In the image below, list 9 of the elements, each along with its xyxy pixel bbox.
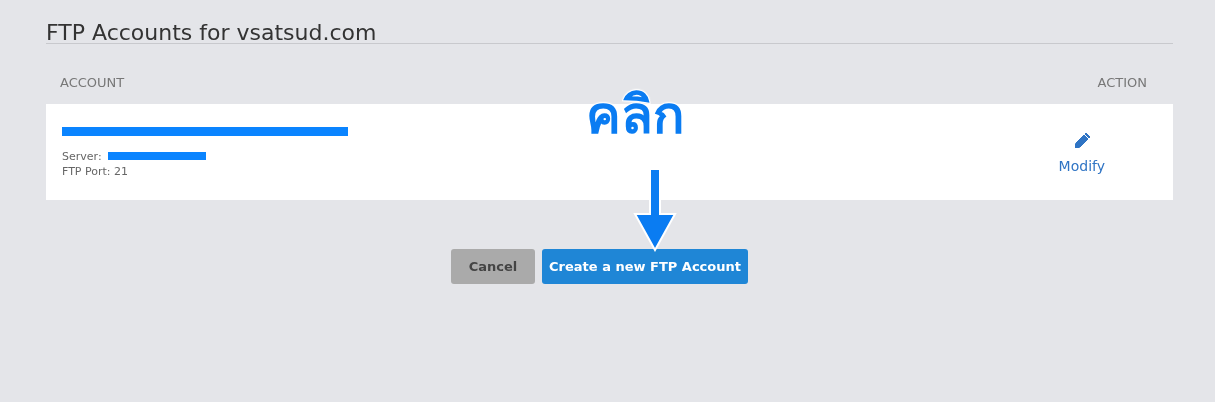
column-header: ACCOUNT [60,75,125,92]
server-label: Server: [62,149,102,163]
create-button[interactable]: Create a new FTP Account [542,249,748,284]
annotation-text: คลิก [586,84,684,146]
page-title: FTP Accounts for vsatsud.com [46,19,378,43]
modify-link[interactable]: Modify [1058,130,1105,174]
column-header: ACTION [1097,75,1147,92]
port-text: FTP Port: 21 [62,164,128,178]
cancel-button[interactable]: Cancel [451,249,535,284]
